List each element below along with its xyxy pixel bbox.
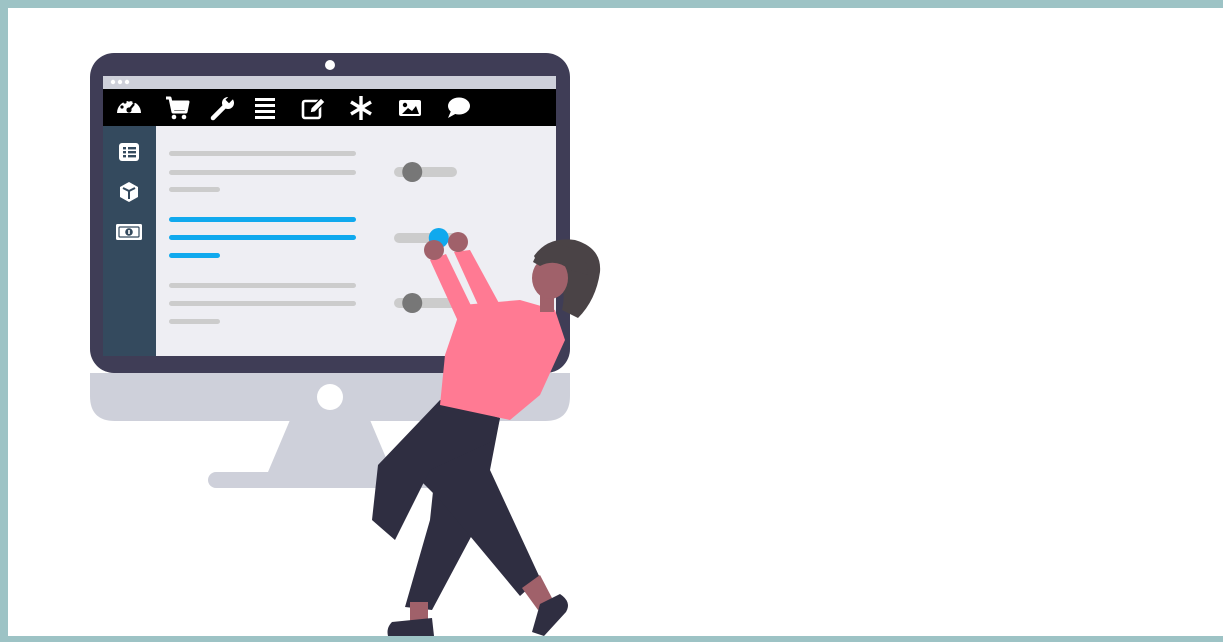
monitor-illustration — [90, 53, 601, 636]
text-line — [169, 283, 356, 288]
person-shoe-back — [387, 618, 434, 636]
monitor-stand — [268, 420, 392, 472]
window-dot-2 — [117, 79, 123, 85]
slider-knob[interactable] — [402, 162, 423, 182]
text-line-highlighted — [169, 235, 356, 240]
image-icon[interactable] — [399, 100, 421, 116]
browser-top-bar — [103, 76, 556, 89]
power-button — [317, 384, 343, 410]
list-alt-icon[interactable] — [119, 143, 139, 161]
text-line — [169, 151, 356, 156]
window-dot-3 — [124, 79, 130, 85]
text-line — [169, 319, 220, 324]
money-bill-icon[interactable] — [116, 224, 142, 240]
text-line — [169, 301, 356, 306]
person-hand-right — [448, 232, 468, 252]
text-line — [169, 187, 220, 192]
text-line-highlighted — [169, 253, 220, 258]
window-dot-1 — [110, 79, 116, 85]
text-line — [169, 170, 356, 175]
text-line-highlighted — [169, 217, 356, 222]
person-hand-left — [424, 240, 444, 260]
webcam — [325, 60, 335, 70]
slider-knob[interactable] — [402, 293, 423, 313]
